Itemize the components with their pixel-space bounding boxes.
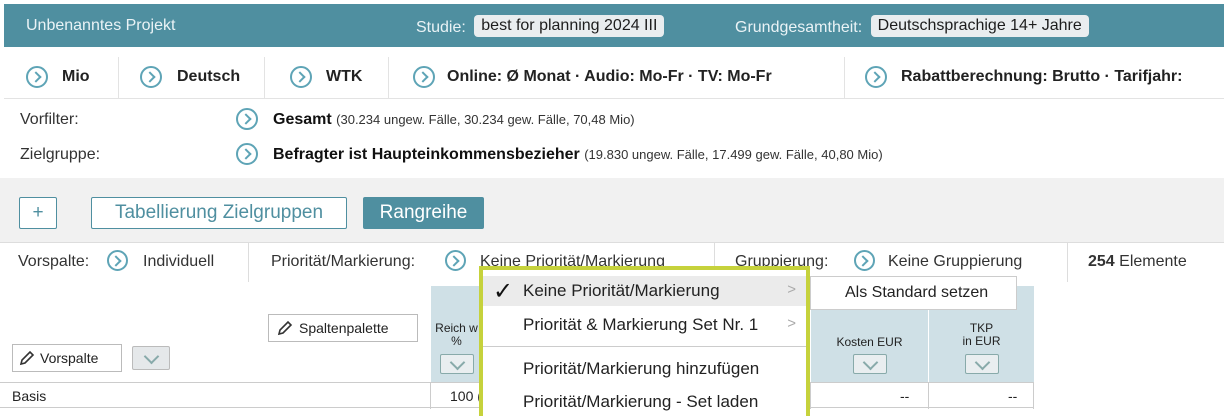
chip-label: WTK [326, 68, 363, 85]
menu-item-label: Priorität/Markierung - Set laden [523, 392, 759, 411]
menu-item-label: Priorität & Markierung Set Nr. 1 [523, 315, 759, 334]
prioritaet-label: Priorität/Markierung: [271, 253, 416, 270]
studie-label: Studie: [416, 19, 466, 36]
vorfilter-label: Vorfilter: [20, 111, 79, 128]
pencil-icon [19, 350, 35, 366]
chip-media[interactable]: Online: Ø Monat · Audio: Mo-Fr · TV: Mo-… [389, 57, 845, 99]
chevron-circle-icon [290, 66, 312, 88]
column-kosten-label: Kosten EUR [836, 335, 903, 349]
menu-divider [483, 346, 806, 347]
chip-label: Online: Ø Monat · Audio: Mo-Fr · TV: Mo-… [447, 68, 772, 85]
chevron-circle-icon [445, 250, 466, 271]
pencil-icon [277, 320, 293, 336]
grundgesamtheit-label: Grundgesamtheit: [735, 19, 863, 36]
element-count: 254 Elemente [1068, 243, 1224, 283]
menu-item-keine[interactable]: ✓ Keine Priorität/Markierung > [483, 276, 806, 306]
chevron-circle-icon [413, 66, 435, 88]
menu-item-hinzufuegen[interactable]: Priorität/Markierung hinzufügen [483, 354, 806, 384]
vorspalte-control[interactable]: Vorspalte: Individuell [0, 243, 249, 283]
menu-item-label: Priorität/Markierung hinzufügen [523, 359, 760, 378]
row-kosten: -- [900, 388, 910, 404]
checkmark-icon: ✓ [493, 278, 514, 305]
row-reichweite: 100 ( [450, 388, 482, 404]
vorfilter-value[interactable]: Gesamt (30.234 ungew. Fälle, 30.234 gew.… [273, 111, 635, 129]
settings-panel: Mio Deutsch WTK Online: Ø Monat · Audio:… [4, 57, 1224, 175]
vorspalte-dropdown[interactable] [132, 346, 170, 370]
zielgruppe-chevron-icon[interactable] [236, 143, 258, 165]
chip-rabatt[interactable]: Rabattberechnung: Brutto · Tarifjahr: [845, 57, 1224, 99]
settings-chips: Mio Deutsch WTK Online: Ø Monat · Audio:… [4, 57, 1224, 99]
studie-selector[interactable]: Studie: best for planning 2024 III [416, 15, 665, 39]
project-title[interactable]: Unbenanntes Projekt [26, 17, 175, 35]
vorfilter-detail: (30.234 ungew. Fälle, 30.234 gew. Fälle,… [336, 112, 635, 127]
menu-item-label: Keine Priorität/Markierung [523, 281, 720, 300]
count-label: Elemente [1119, 253, 1187, 270]
prioritaet-dropdown-menu: ✓ Keine Priorität/Markierung > Priorität… [479, 266, 810, 416]
chevron-down-icon[interactable] [964, 354, 999, 374]
zielgruppe-name: Befragter ist Haupteinkommensbezieher [273, 146, 580, 163]
submenu-label: Als Standard setzen [845, 284, 989, 301]
chip-language[interactable]: Deutsch [119, 57, 265, 99]
column-tkp-label: TKP [969, 321, 994, 335]
add-button[interactable]: + [19, 197, 57, 229]
count-value: 254 [1088, 253, 1115, 270]
chip-unit[interactable]: Mio [4, 57, 119, 99]
grundgesamtheit-selector[interactable]: Grundgesamtheit: Deutschsprachige 14+ Ja… [735, 15, 1089, 39]
column-reichweite-label: Reich w [435, 321, 478, 335]
chip-label: Deutsch [177, 68, 241, 85]
row-tkp: -- [1008, 388, 1018, 404]
top-bar: Unbenanntes Projekt Studie: best for pla… [4, 4, 1224, 47]
zielgruppe-label: Zielgruppe: [20, 146, 101, 163]
zielgruppe-detail: (19.830 ungew. Fälle, 17.499 gew. Fälle,… [584, 147, 883, 162]
menu-item-set-1[interactable]: Priorität & Markierung Set Nr. 1 > [483, 310, 806, 340]
chevron-right-icon: > [787, 281, 796, 298]
grundgesamtheit-value[interactable]: Deutschsprachige 14+ Jahre [870, 15, 1089, 37]
chevron-right-icon: > [787, 315, 796, 332]
rangreihe-button[interactable]: Rangreihe [363, 197, 484, 229]
vorfilter-name: Gesamt [273, 111, 332, 128]
spaltenpalette-button[interactable]: Spaltenpalette [268, 314, 418, 342]
gruppierung-value: Keine Gruppierung [888, 253, 1023, 270]
vorspalte-label: Vorspalte: [18, 253, 90, 270]
chip-wtk[interactable]: WTK [265, 57, 389, 99]
chevron-down-icon[interactable] [852, 354, 887, 374]
vorspalte-button[interactable]: Vorspalte [12, 344, 122, 372]
submenu-als-standard[interactable]: Als Standard setzen [810, 276, 1017, 310]
menu-item-set-laden[interactable]: Priorität/Markierung - Set laden [483, 387, 806, 417]
zielgruppe-value[interactable]: Befragter ist Haupteinkommensbezieher (1… [273, 146, 883, 164]
chevron-down-icon[interactable] [439, 354, 474, 374]
chevron-circle-icon [107, 250, 128, 271]
chevron-circle-icon [854, 250, 875, 271]
chevron-circle-icon [140, 66, 162, 88]
chip-label: Rabattberechnung: Brutto · Tarifjahr: [901, 68, 1183, 85]
column-tkp-unit: in EUR [962, 334, 1001, 348]
vorspalte-button-label: Vorspalte [40, 350, 99, 366]
chevron-circle-icon [26, 66, 48, 88]
chip-label: Mio [62, 68, 90, 85]
row-label: Basis [12, 388, 47, 404]
column-reichweite: Reich w% [430, 286, 482, 382]
spaltenpalette-label: Spaltenpalette [299, 320, 389, 336]
vorspalte-value: Individuell [143, 253, 215, 270]
studie-value[interactable]: best for planning 2024 III [474, 15, 665, 37]
vorfilter-chevron-icon[interactable] [236, 108, 258, 130]
column-reichweite-unit: % [451, 334, 462, 348]
tabellierung-button[interactable]: Tabellierung Zielgruppen [91, 197, 347, 229]
chevron-circle-icon [865, 66, 887, 88]
